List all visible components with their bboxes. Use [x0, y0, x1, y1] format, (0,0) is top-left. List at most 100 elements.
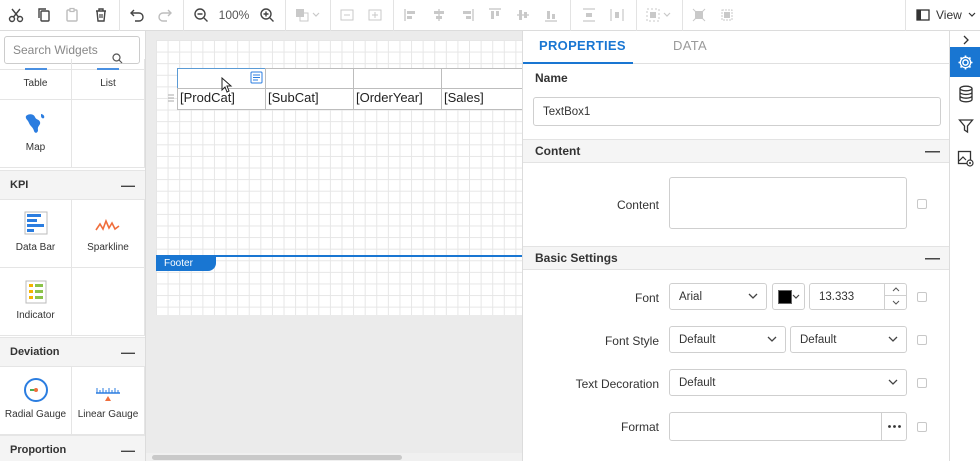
sparkline-icon: [95, 216, 121, 236]
view-button[interactable]: View: [916, 5, 976, 25]
map-icon: [23, 110, 49, 136]
zoom-out-icon[interactable]: [190, 4, 212, 26]
table-cell-sales[interactable]: [Sales]: [441, 88, 522, 110]
distribute-horizontal-icon[interactable]: [606, 4, 628, 26]
zoom-level[interactable]: 100%: [216, 4, 252, 26]
table-icon: [24, 68, 47, 70]
paste-icon[interactable]: [61, 4, 83, 26]
widget-list[interactable]: List: [72, 59, 145, 100]
format-field[interactable]: [669, 412, 907, 441]
widget-sparkline[interactable]: Sparkline: [72, 200, 145, 268]
font-family-select[interactable]: Arial: [669, 283, 767, 310]
tab-properties[interactable]: PROPERTIES: [539, 38, 626, 53]
merge-cells-icon[interactable]: [336, 4, 358, 26]
filter-icon[interactable]: [950, 111, 980, 141]
table-cell-subcat[interactable]: [SubCat]: [265, 88, 354, 110]
category-kpi[interactable]: KPI —: [0, 170, 145, 200]
align-bottom-icon[interactable]: [540, 4, 562, 26]
align-center-icon[interactable]: [428, 4, 450, 26]
widget-radial-gauge[interactable]: Radial Gauge: [0, 367, 72, 435]
name-label: Name: [535, 71, 568, 85]
row-handle-icon[interactable]: [168, 93, 174, 103]
redo-icon[interactable]: [154, 4, 176, 26]
chevron-up-icon[interactable]: [885, 284, 906, 296]
distribute-vertical-icon[interactable]: [578, 4, 600, 26]
horizontal-scrollbar[interactable]: [146, 453, 522, 461]
text-decoration-checkbox[interactable]: [917, 378, 927, 388]
widget-linear-gauge[interactable]: Linear Gauge: [72, 367, 145, 435]
font-label: Font: [634, 291, 659, 305]
chevron-right-icon[interactable]: [950, 31, 980, 48]
collapse-icon[interactable]: —: [121, 177, 135, 193]
align-right-icon[interactable]: [456, 4, 478, 26]
design-canvas[interactable]: [ProdCat] [SubCat] [OrderYear] [Sales] F…: [146, 31, 522, 461]
database-icon[interactable]: [950, 79, 980, 109]
widget-map[interactable]: Map: [0, 100, 72, 168]
table-cell-orderyear[interactable]: [OrderYear]: [353, 88, 442, 110]
category-proportion[interactable]: Proportion —: [0, 435, 145, 461]
fit-page-icon[interactable]: [716, 4, 738, 26]
collapse-icon[interactable]: —: [925, 250, 940, 267]
delete-icon[interactable]: [90, 4, 112, 26]
properties-tabs: PROPERTIES DATA: [523, 31, 949, 64]
content-field[interactable]: [669, 177, 907, 229]
order-icon[interactable]: [292, 4, 324, 26]
group-icon[interactable]: [643, 4, 675, 26]
category-deviation-label: Deviation: [10, 346, 60, 358]
copy-icon[interactable]: [33, 4, 55, 26]
chevron-down-icon: [888, 379, 898, 386]
category-deviation[interactable]: Deviation —: [0, 337, 145, 367]
cut-icon[interactable]: [5, 4, 27, 26]
zoom-in-icon[interactable]: [256, 4, 278, 26]
section-content[interactable]: Content —: [523, 139, 949, 163]
format-checkbox[interactable]: [917, 422, 927, 432]
font-color-swatch: [778, 289, 792, 304]
table-header-cell[interactable]: [441, 68, 522, 89]
format-label: Format: [620, 420, 659, 434]
split-cells-icon[interactable]: [364, 4, 386, 26]
widget-table[interactable]: Table: [0, 59, 72, 100]
more-options-icon[interactable]: [881, 413, 906, 440]
table-header-cell[interactable]: [265, 68, 354, 89]
collapse-icon[interactable]: —: [121, 442, 135, 458]
settings-gear-icon[interactable]: [950, 47, 980, 77]
font-size-stepper[interactable]: [884, 284, 906, 309]
font-size-input[interactable]: 13.333: [809, 283, 907, 310]
chevron-down-icon[interactable]: [885, 296, 906, 309]
properties-panel: PROPERTIES DATA Name TextBox1 Content — …: [522, 31, 949, 461]
widget-radial-gauge-label: Radial Gauge: [4, 409, 67, 420]
text-decoration-select[interactable]: Default: [669, 369, 907, 396]
widget-data-bar[interactable]: Data Bar: [0, 200, 72, 268]
font-checkbox[interactable]: [917, 292, 927, 302]
linear-gauge-icon: [94, 385, 122, 403]
align-middle-icon[interactable]: [512, 4, 534, 26]
name-field[interactable]: TextBox1: [533, 97, 941, 126]
widget-indicator[interactable]: Indicator: [0, 268, 72, 336]
align-left-icon[interactable]: [400, 4, 422, 26]
chevron-down-icon: [767, 336, 777, 343]
widget-empty-cell: [72, 268, 145, 336]
font-style-select[interactable]: Default: [669, 326, 786, 353]
widget-empty-cell: [72, 100, 145, 168]
content-checkbox[interactable]: [917, 199, 927, 209]
view-label: View: [936, 8, 962, 22]
footer-tab[interactable]: Footer: [156, 257, 216, 271]
view-icon: [916, 9, 930, 21]
table-header-cell[interactable]: [353, 68, 442, 89]
widget-linear-gauge-label: Linear Gauge: [77, 409, 139, 420]
section-basic-settings[interactable]: Basic Settings —: [523, 246, 949, 270]
undo-icon[interactable]: [126, 4, 148, 26]
align-top-icon[interactable]: [484, 4, 506, 26]
font-color-picker[interactable]: [772, 283, 805, 310]
textbox-properties-icon[interactable]: [250, 71, 263, 84]
fit-width-icon[interactable]: [688, 4, 710, 26]
font-weight-select[interactable]: Default: [790, 326, 907, 353]
font-style-checkbox[interactable]: [917, 335, 927, 345]
widget-sparkline-label: Sparkline: [87, 242, 129, 253]
image-settings-icon[interactable]: [950, 143, 980, 173]
active-tab-indicator: [523, 62, 633, 64]
collapse-icon[interactable]: —: [925, 143, 940, 160]
scrollbar-thumb[interactable]: [152, 455, 402, 460]
tab-data[interactable]: DATA: [673, 38, 707, 53]
collapse-icon[interactable]: —: [121, 344, 135, 360]
